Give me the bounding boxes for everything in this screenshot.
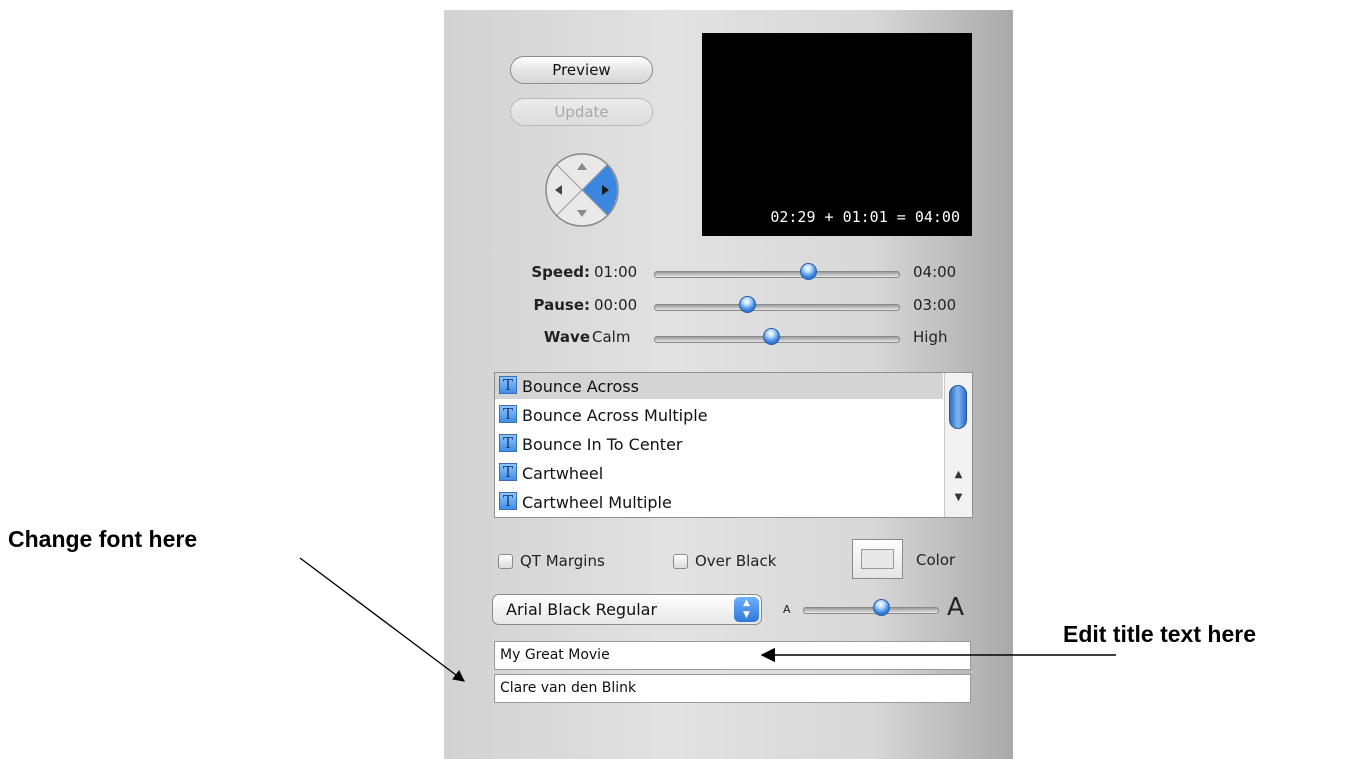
annotation-arrows xyxy=(299,557,1116,682)
arrow-to-font-select xyxy=(299,557,465,682)
